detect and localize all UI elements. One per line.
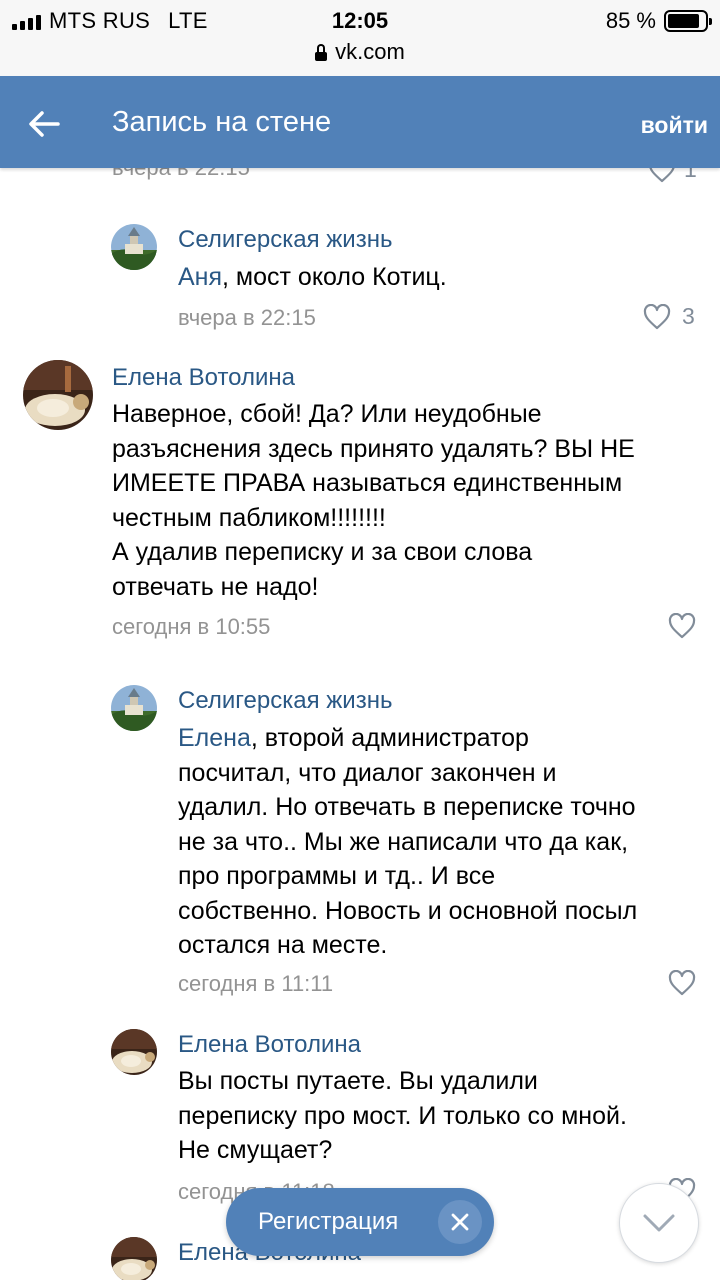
comment-author[interactable]: Елена Вотолина	[178, 1030, 361, 1060]
mention-link[interactable]: Аня	[178, 263, 222, 291]
comment-item: Елена Вотолина Наверное, сбой! Да? Или н…	[0, 360, 720, 660]
comment-meta: сегодня в 10:55	[112, 614, 271, 639]
battery-percent: 85 %	[605, 8, 656, 33]
url-bar[interactable]: vk.com	[0, 38, 720, 66]
arrow-left-icon	[29, 111, 60, 137]
comments-feed[interactable]: вчера в 22:15 1 Селигерская жизнь Аня, м…	[0, 168, 720, 1280]
like-button[interactable]	[668, 613, 696, 639]
comment-meta: вчера в 22:15	[178, 305, 316, 330]
comment-text: Вы посты путаете. Вы удалили переписку п…	[178, 1067, 627, 1164]
registration-button[interactable]: Регистрация	[226, 1188, 494, 1256]
status-bar: MTS RUS LTE 12:05 85 % vk.com	[0, 0, 720, 76]
comment-author[interactable]: Селигерская жизнь	[178, 686, 392, 716]
login-button[interactable]: войти	[641, 110, 708, 140]
like-button[interactable]: 3	[643, 303, 695, 330]
like-count: 1	[684, 168, 697, 182]
comment-meta: сегодня в 11:11	[178, 971, 334, 996]
like-button[interactable]	[668, 970, 696, 996]
avatar[interactable]	[111, 685, 157, 731]
scroll-down-button[interactable]	[619, 1183, 699, 1263]
mention-link[interactable]: Елена	[178, 724, 251, 752]
comment-author[interactable]: Елена Вотолина	[112, 363, 295, 393]
avatar[interactable]	[23, 360, 93, 430]
app-header: Запись на стене войти	[0, 76, 720, 168]
registration-label: Регистрация	[258, 1208, 399, 1235]
avatar[interactable]	[111, 1029, 157, 1075]
comment-item: Селигерская жизнь Аня, мост около Котиц.…	[0, 218, 720, 338]
comment-body: , мост около Котиц.	[222, 263, 447, 291]
comment-body: , второй администратор посчитал, что диа…	[178, 724, 638, 959]
comment-text: Елена, второй администратор посчитал, чт…	[178, 721, 714, 963]
page-title: Запись на стене	[112, 106, 332, 138]
like-count: 3	[682, 303, 695, 329]
avatar[interactable]	[111, 1237, 157, 1280]
comment-item: Селигерская жизнь Елена, второй админист…	[0, 680, 720, 1000]
url-text: vk.com	[335, 39, 405, 64]
heart-outline-icon	[643, 303, 671, 329]
comment-item: вчера в 22:15 1	[0, 168, 720, 188]
comment-author[interactable]: Селигерская жизнь	[178, 225, 392, 255]
comment-text: Наверное, сбой! Да? Или неудобные разъяс…	[112, 400, 635, 601]
heart-outline-icon	[668, 613, 696, 639]
heart-outline-icon	[649, 168, 675, 182]
close-icon	[451, 1213, 469, 1231]
battery-icon	[664, 10, 712, 32]
heart-outline-icon	[668, 970, 696, 996]
comment-meta: вчера в 22:15	[112, 168, 250, 182]
registration-close-button[interactable]	[438, 1200, 482, 1244]
lock-icon	[315, 43, 328, 61]
comment-text: Аня, мост около Котиц.	[178, 260, 447, 295]
avatar[interactable]	[111, 224, 157, 270]
status-right: 85 %	[605, 7, 712, 35]
chevron-down-icon	[643, 1214, 675, 1232]
back-button[interactable]	[22, 102, 66, 146]
like-button[interactable]: 1	[648, 168, 697, 183]
